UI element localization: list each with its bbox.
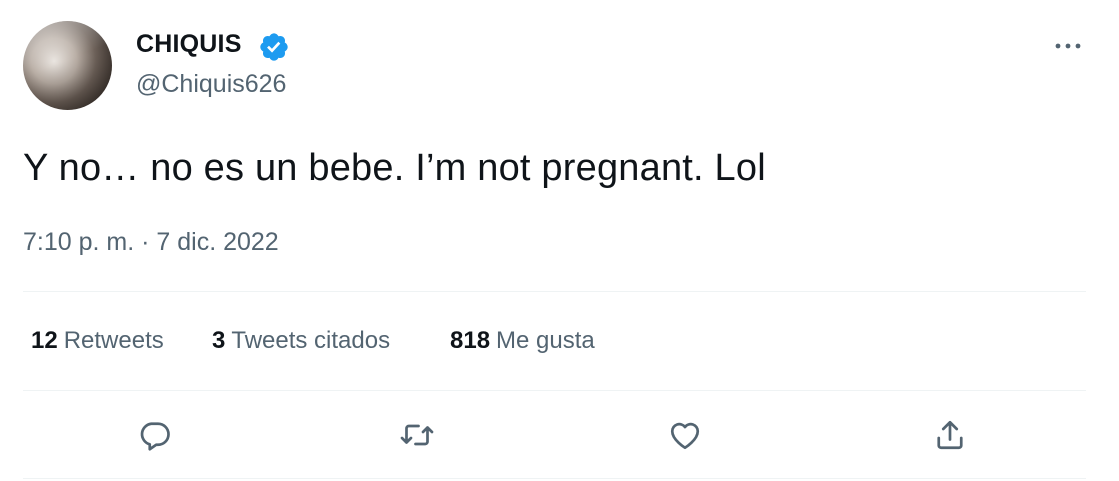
likes-count: 818 bbox=[450, 327, 491, 354]
retweet-button[interactable] bbox=[399, 417, 435, 453]
retweets-count: 12 bbox=[31, 327, 58, 354]
like-icon bbox=[670, 422, 700, 450]
reply-button[interactable] bbox=[137, 417, 173, 453]
share-button[interactable] bbox=[932, 417, 968, 453]
avatar[interactable] bbox=[23, 21, 112, 110]
likes-label: Me gusta bbox=[496, 327, 595, 354]
divider bbox=[23, 390, 1086, 391]
quotes-label: Tweets citados bbox=[231, 327, 391, 354]
reply-icon bbox=[140, 422, 170, 451]
quote-tweets-stat[interactable]: 3 Tweets citados bbox=[212, 327, 390, 355]
tweet-card: CHIQUIS @Chiquis626 Y no… no es un bebe.… bbox=[0, 0, 1119, 481]
tweet-timestamp[interactable]: 7:10 p. m. · 7 dic. 2022 bbox=[23, 228, 279, 257]
retweet-icon bbox=[400, 424, 434, 446]
likes-stat[interactable]: 818 Me gusta bbox=[450, 327, 595, 355]
tweet-text: Y no… no es un bebe. I’m not pregnant. L… bbox=[23, 147, 766, 189]
quotes-count: 3 bbox=[212, 327, 226, 354]
more-options-icon[interactable] bbox=[1050, 34, 1086, 58]
divider bbox=[23, 478, 1086, 479]
user-handle[interactable]: @Chiquis626 bbox=[136, 70, 286, 99]
retweets-label: Retweets bbox=[63, 327, 164, 354]
divider bbox=[23, 291, 1086, 292]
avatar-photo bbox=[23, 21, 112, 110]
display-name[interactable]: CHIQUIS bbox=[136, 30, 242, 59]
verified-badge-icon bbox=[260, 33, 288, 61]
share-icon bbox=[937, 420, 963, 450]
retweets-stat[interactable]: 12 Retweets bbox=[31, 327, 164, 355]
like-button[interactable] bbox=[667, 417, 703, 453]
